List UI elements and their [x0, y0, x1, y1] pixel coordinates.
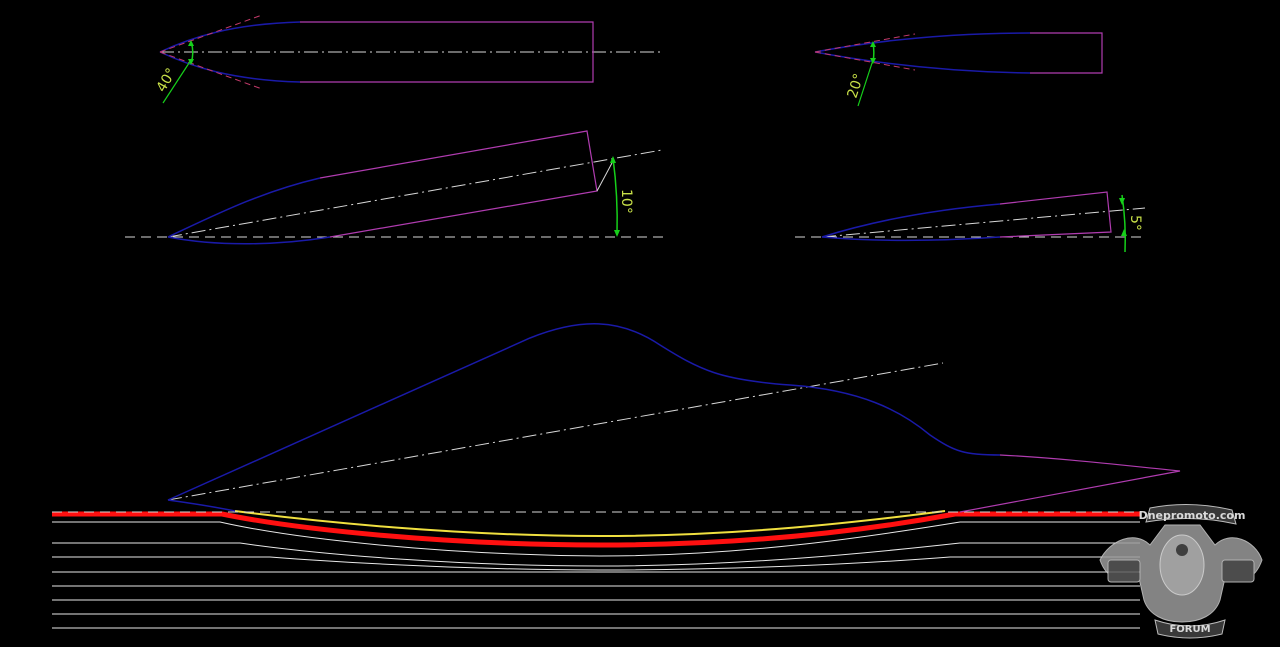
- dimension-arc: [612, 157, 618, 236]
- watermark-site: Dnepromoto.com: [1139, 509, 1246, 522]
- angle-label: 20°: [845, 72, 868, 101]
- blade-edge-profile: [167, 499, 236, 512]
- blade-edge-profile: [814, 32, 1031, 74]
- blade-body-outline: [1030, 32, 1103, 74]
- blade-tip-outline: [959, 454, 1181, 513]
- engine-cylinder-left: [1107, 559, 1141, 583]
- centerline: [167, 149, 663, 238]
- engine-hub: [1176, 544, 1188, 556]
- blade-spine-profile: [167, 323, 1001, 501]
- blade-edge-profile: [167, 177, 331, 245]
- cad-drawing: 40° 20° 10° 5° Dnepromoto.com FORUM: [52, 14, 1263, 639]
- tangent-line: [814, 33, 916, 53]
- blade-top-left: 40°: [154, 14, 663, 104]
- blade-large: [167, 323, 1181, 513]
- centerline: [167, 362, 944, 501]
- angle-label: 40°: [154, 65, 180, 95]
- blade-body-outline: [319, 130, 598, 238]
- tangent-line: [814, 51, 916, 71]
- blade-top-right: 20°: [814, 32, 1103, 107]
- blade-side-left: 10°: [125, 130, 665, 245]
- blade-side-right: 5°: [795, 191, 1146, 253]
- blade-body-outline: [999, 191, 1112, 238]
- stone-layer-line: [52, 556, 1140, 571]
- tangent-line: [159, 14, 263, 53]
- angle-label: 10°: [618, 189, 634, 214]
- dimension-extension: [596, 162, 613, 192]
- blade-edge-profile: [159, 21, 301, 83]
- angle-label: 5°: [1127, 215, 1143, 231]
- stone-layer-line: [52, 521, 1140, 557]
- cad-drawing-canvas: 40° 20° 10° 5° Dnepromoto.com FORUM: [0, 0, 1280, 647]
- stone-surface: [52, 510, 1140, 629]
- engine-cylinder-right: [1221, 559, 1255, 583]
- watermark-label: FORUM: [1169, 624, 1210, 635]
- forum-watermark: Dnepromoto.com FORUM: [1099, 503, 1263, 639]
